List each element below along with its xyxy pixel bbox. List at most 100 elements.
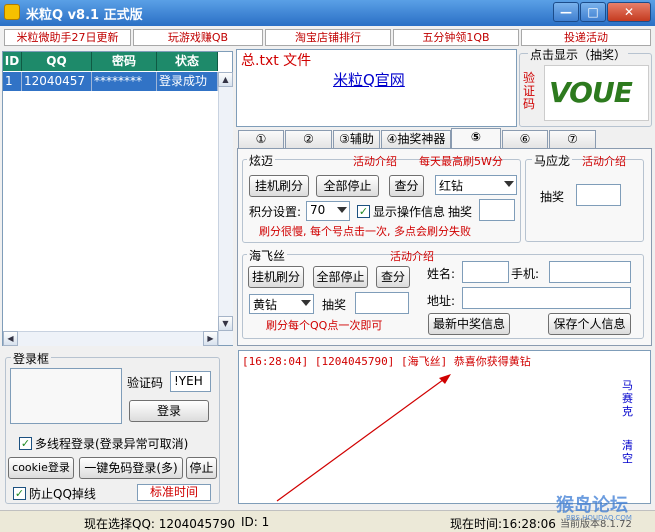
haifei-lottery-input[interactable] [355, 292, 409, 314]
title-bar: 米粒Q v8.1 正式版 — □ ✕ [0, 0, 655, 26]
login-captcha-label: 验证码 [127, 376, 164, 390]
top-link-taobao-rank[interactable]: 淘宝店铺排行 [265, 29, 391, 46]
captcha-image[interactable]: VOUE [544, 65, 649, 121]
score-select[interactable]: 70 [306, 201, 350, 221]
xuanmai-type-value: 红钻 [439, 179, 464, 193]
notice-text: 总.txt 文件 [241, 53, 312, 69]
xuanmai-stop-button[interactable]: 全部停止 [316, 175, 379, 197]
col-header-status[interactable]: 状态 [157, 52, 218, 71]
login-group: 登录框 验证码 !YEH 登录 ✓ 多线程登录(登录异常可取消) cookie登… [5, 350, 220, 504]
col-header-password[interactable]: 密码 [92, 52, 157, 71]
cookie-login-button[interactable]: cookie登录 [8, 457, 74, 479]
captcha-image-text: VOUE [549, 76, 633, 109]
notice-box: 总.txt 文件 米粒Q官网 [236, 49, 517, 127]
haifei-note: 刷分每个QQ点一次即可 [266, 319, 383, 332]
close-button[interactable]: ✕ [607, 2, 651, 22]
haifei-stop-button[interactable]: 全部停止 [313, 266, 368, 288]
log-panel[interactable]: [16:28:04] [1204045790] [海飞丝] 恭喜你获得黄钻 马赛… [238, 350, 651, 504]
maying-lottery-label: 抽奖 [540, 190, 565, 204]
address-label: 地址: [427, 294, 456, 308]
top-link-update[interactable]: 米粒微助手27日更新 [4, 29, 131, 46]
address-input[interactable] [462, 287, 631, 309]
col-header-qq[interactable]: QQ [22, 52, 92, 71]
tab-4-lottery[interactable]: ④抽奖神器 [381, 130, 451, 148]
xuanmai-group: 炫迈 活动介绍 每天最高刷5W分 挂机刷分 全部停止 查分 红钻 积分设置: 7… [242, 152, 521, 243]
haifei-promo[interactable]: 活动介绍 [390, 248, 434, 264]
watermark-url: BBS.HOUDAO.COM [566, 514, 632, 522]
haifei-type-value: 黄钻 [253, 298, 278, 312]
score-setting-label: 积分设置: [249, 205, 302, 219]
cell-qq: 12040457 [22, 72, 92, 91]
maying-group: 马应龙 活动介绍 抽奖 [525, 152, 644, 242]
xuanmai-title: 炫迈 [247, 152, 276, 169]
xuanmai-lottery-label: 抽奖 [448, 205, 473, 219]
xuanmai-promo[interactable]: 活动介绍 [353, 153, 397, 169]
tab-5[interactable]: ⑤ [451, 128, 501, 149]
current-time-status: 现在时间:16:28:06 [450, 517, 556, 531]
vertical-scrollbar[interactable]: ▲ ▼ [218, 72, 233, 345]
tab-2[interactable]: ② [285, 130, 332, 148]
login-stop-button[interactable]: 停止 [186, 457, 217, 479]
chevron-down-icon [337, 207, 347, 213]
col-header-id[interactable]: ID [3, 52, 22, 71]
prevent-drop-label: 防止QQ掉线 [29, 487, 96, 501]
haifei-query-button[interactable]: 查分 [376, 266, 410, 288]
cell-id: 1 [3, 72, 22, 91]
login-captcha-input[interactable]: !YEH [170, 371, 211, 392]
maying-lottery-input[interactable] [576, 184, 621, 206]
log-arrow-icon [276, 374, 451, 502]
clear-log-button[interactable]: 清空 [622, 439, 636, 465]
haifei-type-select[interactable]: 黄钻 [249, 294, 314, 314]
scroll-left-icon[interactable]: ◀ [3, 331, 18, 346]
name-input[interactable] [462, 261, 509, 283]
name-label: 姓名: [427, 267, 456, 281]
minimize-button[interactable]: — [553, 2, 579, 22]
score-select-value: 70 [310, 203, 326, 217]
login-captcha-image[interactable] [10, 368, 122, 424]
tab-7[interactable]: ⑦ [549, 130, 596, 148]
horizontal-scrollbar[interactable]: ◀ ▶ [3, 331, 218, 346]
save-info-button[interactable]: 保存个人信息 [548, 313, 631, 335]
scroll-right-icon[interactable]: ▶ [203, 331, 218, 346]
maximize-button[interactable]: □ [580, 2, 606, 22]
cell-password: ******** [92, 72, 157, 91]
top-link-five-min-qb[interactable]: 五分钟领1QB [393, 29, 519, 46]
multithread-label: 多线程登录(登录异常可取消) [35, 437, 189, 451]
latest-winners-button[interactable]: 最新中奖信息 [428, 313, 510, 335]
show-info-label: 显示操作信息 [373, 205, 446, 219]
account-table[interactable]: ID QQ 密码 状态 1 12040457 ******** 登录成功 ▲ ▼… [2, 51, 233, 346]
current-qq-status: 现在选择QQ: 1204045790 [84, 517, 236, 531]
current-id-status: ID: 1 [241, 515, 270, 529]
phone-label: 手机: [511, 267, 540, 281]
top-link-game-qb[interactable]: 玩游戏赚QB [133, 29, 263, 46]
top-link-delivery-activity[interactable]: 投递活动 [521, 29, 651, 46]
captcha-group-title[interactable]: 点击显示（抽奖） [528, 46, 629, 63]
prevent-drop-checkbox[interactable]: ✓ [13, 487, 26, 500]
captcha-group: 点击显示（抽奖） 验证码 VOUE [519, 46, 652, 127]
haifei-start-button[interactable]: 挂机刷分 [248, 266, 304, 288]
official-site-link[interactable]: 米粒Q官网 [333, 69, 405, 90]
tab-6[interactable]: ⑥ [502, 130, 548, 148]
login-button[interactable]: 登录 [129, 400, 209, 422]
tab-3-helper[interactable]: ③辅助 [333, 130, 380, 148]
chevron-down-icon [301, 300, 311, 306]
app-icon [4, 4, 20, 20]
xuanmai-type-select[interactable]: 红钻 [435, 175, 517, 195]
mosaic-button[interactable]: 马赛克 [622, 379, 636, 418]
xuanmai-lottery-input[interactable] [479, 199, 515, 221]
xuanmai-note: 刷分很慢, 每个号点击一次, 多点会刷分失败 [259, 225, 471, 238]
onekey-login-button[interactable]: 一键免码登录(多) [79, 457, 183, 479]
tab-1[interactable]: ① [238, 130, 284, 148]
maying-title: 马应龙 [532, 152, 573, 169]
haifei-lottery-label: 抽奖 [322, 298, 347, 312]
xuanmai-query-button[interactable]: 查分 [389, 175, 424, 197]
login-title: 登录框 [11, 350, 52, 367]
maying-promo[interactable]: 活动介绍 [582, 153, 626, 169]
multithread-checkbox[interactable]: ✓ [19, 437, 32, 450]
show-info-checkbox[interactable]: ✓ [357, 205, 370, 218]
standard-time-button[interactable]: 标准时间 [137, 484, 211, 501]
scroll-down-icon[interactable]: ▼ [218, 316, 233, 331]
xuanmai-start-button[interactable]: 挂机刷分 [249, 175, 309, 197]
phone-input[interactable] [549, 261, 631, 283]
scroll-up-icon[interactable]: ▲ [218, 72, 233, 87]
